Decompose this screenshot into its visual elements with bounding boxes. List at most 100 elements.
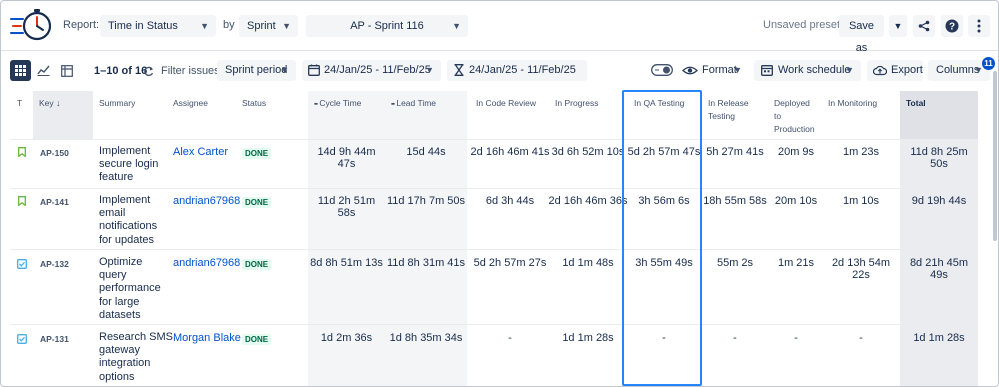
header-deployed-line3: Production (774, 124, 815, 134)
task-icon (17, 334, 27, 344)
grid-icon (15, 65, 26, 76)
chevron-down-icon: ▼ (733, 65, 742, 75)
sort-down-icon: ↓ (56, 98, 61, 108)
toolbar: 1–10 of 16 Filter issues: Sprint period … (1, 52, 998, 88)
header-release-line1: In Release (708, 98, 749, 108)
save-as-button[interactable]: Save as (839, 15, 884, 54)
header-lead-time[interactable]: ▪▪ Lead Time (385, 91, 467, 139)
format-button[interactable]: Format ▼ (678, 60, 749, 81)
svg-text:?: ? (949, 22, 955, 33)
issue-summary[interactable]: Implement email notifications for update… (99, 194, 167, 247)
pagination-range: 1–10 of 16 (94, 65, 147, 77)
report-select[interactable]: Time in Status ▼ (100, 15, 216, 37)
date-range-value: 24/Jan/25 - 11/Feb/25 (324, 64, 431, 76)
summary-line: secure login (99, 158, 159, 171)
assignee-link[interactable]: Alex Carter (173, 146, 228, 158)
help-icon: ? (945, 19, 959, 33)
task-icon (17, 259, 27, 269)
share-button[interactable] (913, 15, 935, 37)
chevron-down-icon: ▼ (893, 21, 903, 31)
monitoring-value: 1m 23s (842, 146, 880, 158)
header-assignee[interactable]: Assignee (167, 91, 236, 139)
app-frame: Report: Time in Status ▼ by Sprint ▼ AP … (0, 0, 999, 387)
header-total[interactable]: Total (900, 91, 978, 139)
row-divider (10, 324, 978, 325)
help-button[interactable]: ? (941, 15, 963, 37)
header-key-label: Key (39, 98, 54, 108)
sprint-select[interactable]: AP - Sprint 116 ▼ (306, 15, 468, 37)
by-select[interactable]: Sprint ▼ (239, 15, 298, 37)
in-progress-value: 1d 1m 28s (562, 332, 614, 344)
assignee-link[interactable]: andrian67968 (173, 257, 240, 269)
lead-time-value: 11d 8h 31m 41s (386, 257, 466, 269)
schedule-icon (761, 65, 773, 76)
header-release-testing[interactable]: In Release Testing (702, 91, 768, 139)
qa-testing-value: 3h 55m 49s (635, 257, 693, 269)
summary-line: for large (99, 295, 140, 308)
header-monitoring[interactable]: In Monitoring (822, 91, 900, 139)
story-icon (18, 196, 26, 206)
line-chart-icon (37, 65, 50, 76)
issue-summary[interactable]: Implement secure login feature (99, 145, 167, 185)
chevron-down-icon: ▼ (200, 21, 209, 31)
summary-line: for updates (99, 233, 155, 246)
refresh-icon[interactable] (143, 66, 154, 77)
issue-key[interactable]: AP-150 (40, 148, 69, 158)
drag-handle-icon: ▪▪ (391, 101, 395, 108)
summary-line: email (99, 207, 126, 220)
unsaved-preset-label: Unsaved preset (763, 19, 841, 31)
deployed-value: 20m 9s (777, 146, 815, 158)
total-value: 11d 8h 25m 50s (910, 146, 968, 170)
issue-key[interactable]: AP-131 (40, 334, 69, 344)
assignee-link[interactable]: andrian67968 (173, 195, 240, 207)
issue-key[interactable]: AP-141 (40, 197, 69, 207)
time-period-picker[interactable]: 24/Jan/25 - 11/Feb/25 (447, 60, 587, 81)
total-value: 8d 21h 45m 49s (909, 257, 969, 281)
pivot-view-button[interactable] (56, 60, 77, 81)
header-deployed-line2: to (774, 111, 782, 121)
header-code-review[interactable]: In Code Review (470, 91, 550, 139)
header-cycle-time[interactable]: ▪▪ Cycle Time (308, 91, 385, 139)
header-summary[interactable]: Summary (93, 91, 167, 139)
stopwatch-logo-icon (10, 9, 52, 41)
issue-key[interactable]: AP-132 (40, 259, 69, 269)
header-status[interactable]: Status (236, 91, 308, 139)
header-qa-testing[interactable]: In QA Testing (628, 91, 700, 139)
grid-view-button[interactable] (10, 60, 31, 81)
qa-testing-value: 5d 2h 57m 47s (627, 146, 701, 158)
header-in-progress[interactable]: In Progress (549, 91, 624, 139)
summary-line: datasets (99, 308, 141, 321)
lead-time-value: 11d 17h 7m 50s (386, 195, 466, 207)
header-key[interactable]: Key ↓ (33, 91, 93, 139)
monitoring-value: 1m 10s (842, 195, 880, 207)
columns-count-badge: 11 (982, 57, 995, 70)
summary-line: Implement (99, 145, 151, 157)
date-range-picker[interactable]: 24/Jan/25 - 11/Feb/25 ▼ (302, 60, 441, 81)
code-review-value: - (508, 332, 512, 344)
chevron-down-icon: ▼ (452, 21, 461, 31)
cycle-time-value: 11d 2h 51m 58s (317, 195, 376, 219)
deployed-value: 20m 10s (774, 195, 818, 207)
export-button[interactable]: Export (867, 60, 923, 81)
more-options-button[interactable] (968, 15, 990, 37)
release-testing-value: 18h 55m 58s (703, 195, 767, 207)
columns-button[interactable]: Columns ▼ (928, 60, 990, 81)
chart-view-button[interactable] (33, 60, 54, 81)
pagination-range-text: 1–10 of (94, 65, 132, 77)
filter-select[interactable]: Sprint period ▼ (217, 60, 296, 81)
issue-summary[interactable]: Research SMS gateway integration options (99, 331, 173, 384)
summary-line: Research SMS (99, 331, 173, 343)
save-options-button[interactable]: ▼ (889, 15, 907, 37)
release-testing-value: 55m 2s (716, 257, 754, 269)
lead-time-value: 1d 8h 35m 34s (389, 332, 463, 344)
toggle-icon[interactable] (651, 64, 673, 76)
issue-summary[interactable]: Optimize query performance for large dat… (99, 256, 167, 322)
chevron-down-icon: ▼ (280, 65, 289, 75)
cycle-time-value: 8d 8h 51m 13s (310, 257, 383, 269)
work-schedule-button[interactable]: Work schedule ▼ (754, 60, 861, 81)
filter-issues-label: Filter issues: (161, 65, 223, 77)
header-deployed[interactable]: Deployed to Production (768, 91, 824, 139)
hourglass-icon (454, 64, 464, 76)
assignee-link[interactable]: Morgan Blake (173, 332, 241, 344)
vertical-scrollbar[interactable] (993, 71, 997, 241)
